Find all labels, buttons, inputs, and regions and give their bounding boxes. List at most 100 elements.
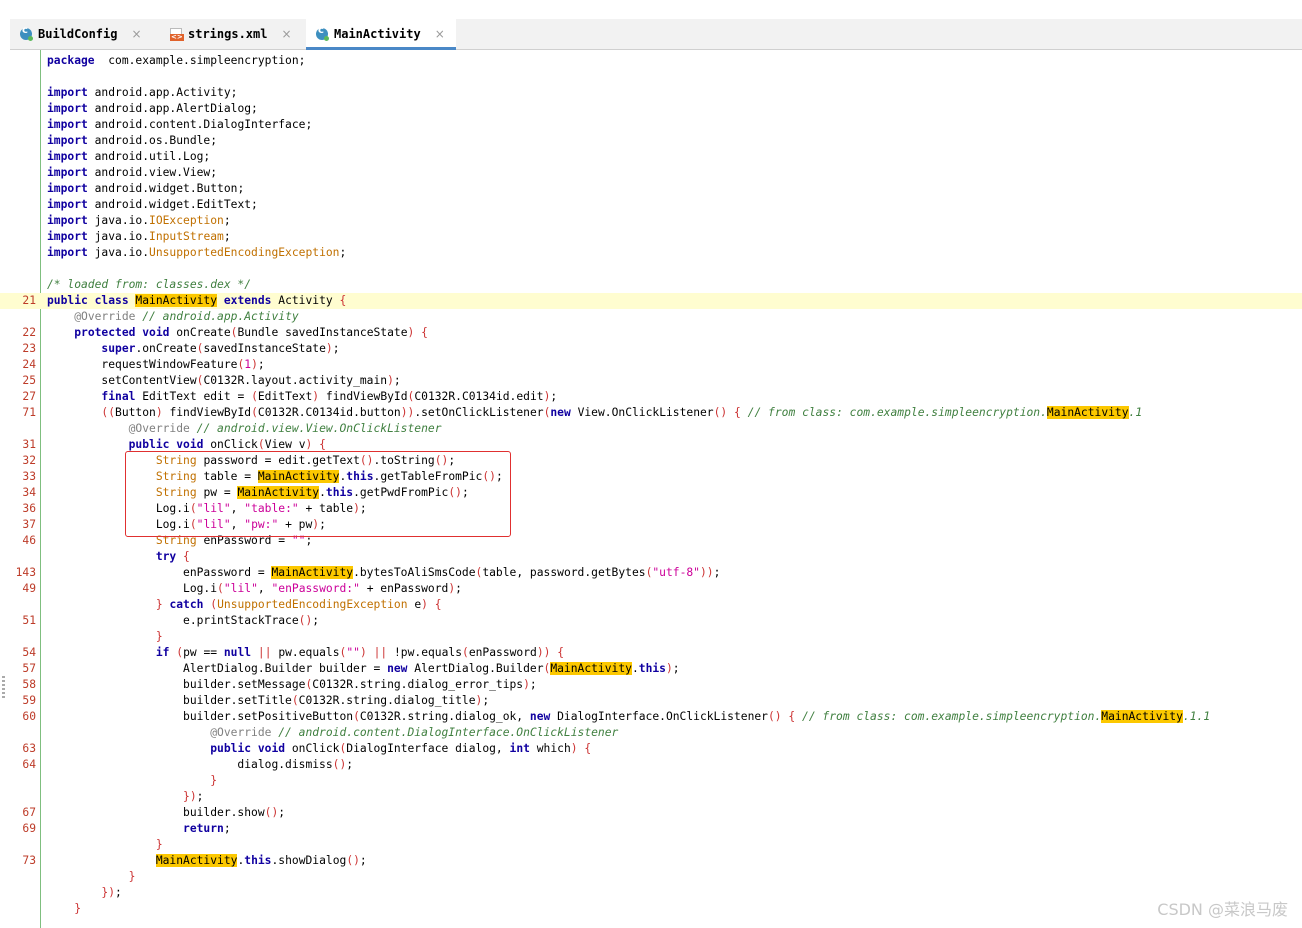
code-token: import	[47, 182, 88, 195]
code-token: if	[155, 646, 170, 659]
code-line[interactable]: 143 enPassword = MainActivity.bytesToAli…	[0, 565, 1302, 581]
code-line[interactable]: import android.widget.Button;	[0, 181, 1302, 197]
code-text: ((Button) findViewById(C0132R.C0134id.bu…	[47, 405, 1142, 421]
code-token: builder.setPositiveButton	[47, 710, 354, 723]
code-text: builder.setTitle(C0132R.string.dialog_ti…	[47, 693, 489, 709]
close-icon[interactable]: ×	[281, 27, 291, 41]
code-token: protected void	[74, 326, 170, 339]
code-line[interactable]: } catch (UnsupportedEncodingException e)…	[0, 597, 1302, 613]
code-line[interactable]: 57 AlertDialog.Builder builder = new Ale…	[0, 661, 1302, 677]
code-text: /* loaded from: classes.dex */	[47, 277, 251, 293]
code-line[interactable]: 58 builder.setMessage(C0132R.string.dial…	[0, 677, 1302, 693]
code-text: }	[47, 901, 81, 917]
code-line[interactable]: 49 Log.i("lil", "enPassword:" + enPasswo…	[0, 581, 1302, 597]
code-line[interactable]: 60 builder.setPositiveButton(C0132R.stri…	[0, 709, 1302, 725]
code-line[interactable]: @Override // android.content.DialogInter…	[0, 725, 1302, 741]
code-line[interactable]: 59 builder.setTitle(C0132R.string.dialog…	[0, 693, 1302, 709]
tab-strings-xml[interactable]: strings.xml ×	[160, 19, 302, 49]
code-line[interactable]: }	[0, 629, 1302, 645]
code-line[interactable]: 63 public void onClick(DialogInterface d…	[0, 741, 1302, 757]
code-token: savedInstanceState	[203, 342, 326, 355]
code-token: .	[631, 662, 639, 675]
code-line[interactable]: 73 MainActivity.this.showDialog();	[0, 853, 1302, 869]
line-number: 46	[22, 534, 36, 547]
line-number: 49	[22, 582, 36, 595]
code-line[interactable]: 71 ((Button) findViewById(C0132R.C0134id…	[0, 405, 1302, 421]
code-line[interactable]: 67 builder.show();	[0, 805, 1302, 821]
code-line[interactable]: @Override // android.view.View.OnClickLi…	[0, 421, 1302, 437]
code-token: return	[183, 822, 224, 835]
code-line[interactable]: }	[0, 869, 1302, 885]
code-line[interactable]: 51 e.printStackTrace();	[0, 613, 1302, 629]
code-text: import java.io.IOException;	[47, 213, 231, 229]
code-token: )	[570, 742, 578, 755]
code-line[interactable]: import android.app.AlertDialog;	[0, 101, 1302, 117]
code-line[interactable]: import android.os.Bundle;	[0, 133, 1302, 149]
code-token: builder.setMessage	[47, 678, 306, 691]
code-line[interactable]: package com.example.simpleencryption;	[0, 53, 1302, 69]
code-token: // android.app.Activity	[135, 310, 299, 323]
code-line[interactable]: 24 requestWindowFeature(1);	[0, 357, 1302, 373]
code-token: @Override	[128, 422, 190, 435]
line-number: 60	[22, 710, 36, 723]
code-line[interactable]: 69 return;	[0, 821, 1302, 837]
code-line[interactable]: import android.app.Activity;	[0, 85, 1302, 101]
code-line[interactable]: 22 protected void onCreate(Bundle savedI…	[0, 325, 1302, 341]
line-number: 32	[22, 454, 36, 467]
code-line[interactable]: @Override // android.app.Activity	[0, 309, 1302, 325]
code-text: import java.io.InputStream;	[47, 229, 231, 245]
code-line[interactable]: import android.widget.EditText;	[0, 197, 1302, 213]
code-line[interactable]: import android.util.Log;	[0, 149, 1302, 165]
code-token: )	[665, 662, 673, 675]
code-token: android.view.View;	[87, 166, 218, 179]
code-line[interactable]: /* loaded from: classes.dex */	[0, 277, 1302, 293]
tab-buildconfig[interactable]: BuildConfig ×	[10, 19, 154, 49]
code-token: null	[223, 646, 252, 659]
code-text: import android.view.View;	[47, 165, 217, 181]
line-number: 36	[22, 502, 36, 515]
code-line[interactable]: 21 public class MainActivity extends Acti…	[0, 293, 1302, 309]
code-text: setContentView(C0132R.layout.activity_ma…	[47, 373, 401, 389]
code-line[interactable]: import android.view.View;	[0, 165, 1302, 181]
class-icon	[316, 25, 329, 41]
code-line[interactable]: import java.io.InputStream;	[0, 229, 1302, 245]
code-line[interactable]: import android.content.DialogInterface;	[0, 117, 1302, 133]
code-line[interactable]: });	[0, 885, 1302, 901]
close-icon[interactable]: ×	[435, 27, 445, 41]
code-line[interactable]: }	[0, 837, 1302, 853]
code-token: ;	[393, 374, 401, 387]
tab-mainactivity[interactable]: MainActivity ×	[306, 19, 456, 50]
code-token: import	[47, 166, 88, 179]
code-token: import	[47, 214, 88, 227]
code-token: pw ==	[183, 646, 224, 659]
code-token: ;	[115, 886, 122, 899]
code-text: });	[47, 789, 203, 805]
code-line[interactable]: 25 setContentView(C0132R.layout.activity…	[0, 373, 1302, 389]
code-line[interactable]: 23 super.onCreate(savedInstanceState);	[0, 341, 1302, 357]
code-line[interactable]: import java.io.IOException;	[0, 213, 1302, 229]
code-token: pw.equals	[271, 646, 340, 659]
code-line[interactable]: try {	[0, 549, 1302, 565]
line-number: 24	[22, 358, 36, 371]
line-number: 69	[22, 822, 36, 835]
code-line[interactable]: 64 dialog.dismiss();	[0, 757, 1302, 773]
code-line[interactable]	[0, 69, 1302, 85]
code-line[interactable]: }	[0, 773, 1302, 789]
code-line[interactable]: 27 final EditText edit = (EditText) find…	[0, 389, 1302, 405]
code-line[interactable]: });	[0, 789, 1302, 805]
search-highlight: MainActivity	[155, 854, 238, 867]
search-highlight: MainActivity	[271, 566, 354, 579]
close-icon[interactable]: ×	[131, 27, 141, 41]
code-line[interactable]: }	[0, 901, 1302, 917]
code-line[interactable]	[0, 261, 1302, 277]
code-token: import	[47, 86, 88, 99]
code-line[interactable]: 54 if (pw == null || pw.equals("") || !p…	[0, 645, 1302, 661]
code-token: DialogInterface.OnClickListener	[550, 710, 768, 723]
code-token: ((	[101, 406, 116, 419]
code-line[interactable]: import java.io.UnsupportedEncodingExcept…	[0, 245, 1302, 261]
